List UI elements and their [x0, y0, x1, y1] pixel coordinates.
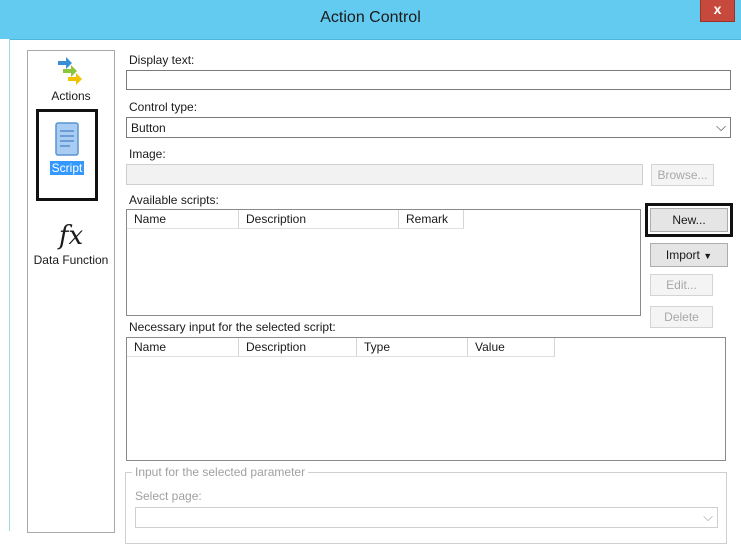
script-document-icon — [55, 122, 79, 156]
import-label: Import — [665, 248, 700, 262]
new-script-button[interactable]: New... — [645, 203, 733, 237]
nav-item-label: Actions — [51, 89, 91, 103]
column-header[interactable]: Description — [239, 210, 399, 229]
nav-item-actions[interactable]: Actions — [28, 51, 114, 103]
control-type-value: Button — [131, 121, 166, 135]
image-field — [126, 164, 643, 185]
function-fx-icon: fx — [58, 221, 84, 251]
control-type-label: Control type: — [129, 100, 198, 114]
script-input-table[interactable]: Name Description Type Value — [126, 337, 726, 461]
edit-button: Edit... — [650, 274, 713, 296]
group-legend: Input for the selected parameter — [132, 465, 309, 479]
display-text-field[interactable] — [126, 70, 731, 90]
column-header[interactable]: Remark — [399, 210, 464, 229]
chevron-down-icon: ⌵ — [716, 119, 726, 134]
necessary-input-label: Necessary input for the selected script: — [129, 320, 336, 334]
chevron-down-icon: ⌵ — [703, 509, 713, 524]
column-header[interactable]: Value — [468, 338, 555, 357]
browse-button: Browse... — [651, 164, 714, 186]
close-button[interactable]: x — [700, 0, 735, 22]
window-title: Action Control — [320, 9, 421, 26]
available-scripts-table[interactable]: Name Description Remark — [126, 209, 641, 316]
column-header[interactable]: Name — [127, 338, 239, 357]
scripts-table-header: Name Description Remark — [127, 210, 464, 229]
column-header[interactable]: Description — [239, 338, 357, 357]
arrows-icon — [58, 57, 82, 85]
select-page-label: Select page: — [135, 489, 202, 503]
available-scripts-label: Available scripts: — [129, 193, 219, 207]
window-edge — [0, 39, 10, 531]
nav-item-label: Script — [49, 161, 85, 175]
control-type-select[interactable]: Button ⌵ — [126, 117, 731, 138]
delete-button: Delete — [650, 306, 713, 328]
nav-item-script[interactable]: Script — [36, 109, 98, 201]
title-bar: Action Control x — [0, 0, 741, 40]
nav-item-label: Data Function — [33, 253, 109, 267]
dropdown-arrow-icon: ▼ — [703, 251, 713, 261]
input-table-header: Name Description Type Value — [127, 338, 555, 357]
select-page-dropdown: ⌵ — [135, 507, 718, 528]
display-text-label: Display text: — [129, 53, 195, 67]
column-header[interactable]: Name — [127, 210, 239, 229]
import-button[interactable]: Import ▼ — [650, 243, 728, 267]
image-label: Image: — [129, 147, 166, 161]
category-nav-panel: Actions Script fx Data Function — [27, 50, 115, 533]
column-header[interactable]: Type — [357, 338, 468, 357]
nav-item-data-function[interactable]: fx Data Function — [28, 219, 114, 267]
